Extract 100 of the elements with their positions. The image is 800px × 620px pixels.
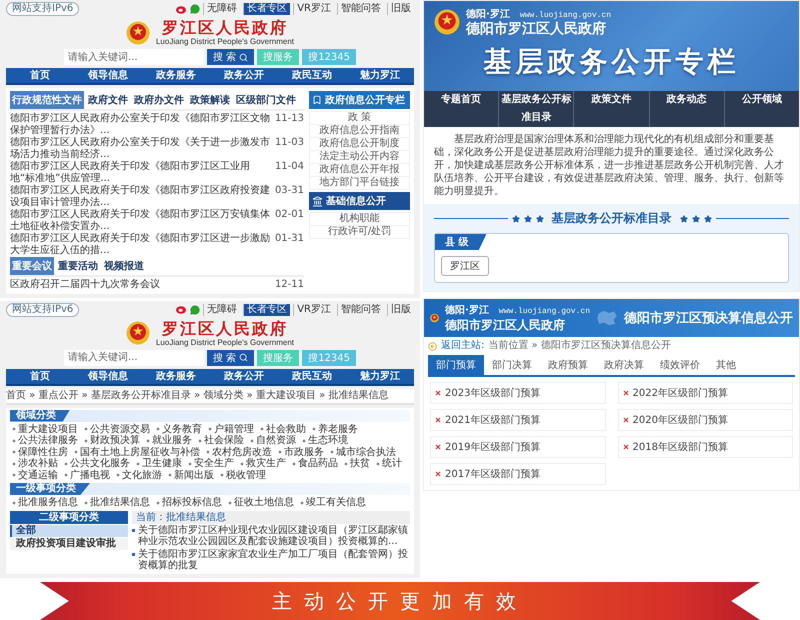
search-button[interactable]: 搜 索 bbox=[207, 350, 254, 366]
nav-item[interactable]: 政民互动 bbox=[278, 68, 346, 83]
meeting-link[interactable]: 区政府召开二届四十九次常务会议 bbox=[10, 279, 271, 290]
category-link[interactable]: 农村危房改造 bbox=[206, 446, 272, 458]
category-link[interactable]: 国有土地上房屋征收与补偿 bbox=[74, 446, 200, 458]
category-link[interactable]: 统计 bbox=[376, 458, 402, 470]
budget-link[interactable]: 2019年区级部门预算 bbox=[430, 436, 606, 458]
tab[interactable]: 视频报道 bbox=[102, 257, 146, 275]
chat-icon[interactable] bbox=[190, 4, 200, 14]
top-link[interactable]: 旧版 bbox=[387, 304, 414, 316]
info-link[interactable]: 行政许可/处罚 bbox=[310, 226, 409, 238]
result-link[interactable]: 关于德阳市罗江区家家宜农业生产加工厂项目（配套管网）投资概算的批复 bbox=[132, 548, 410, 572]
category-link[interactable]: 义务教育 bbox=[156, 424, 202, 435]
document-link[interactable]: 德阳市罗江区人民政府办公室关于印发《德阳市罗江区文物保护管理暂行办法》... bbox=[10, 113, 271, 136]
category-link[interactable]: 生态环境 bbox=[302, 435, 348, 446]
category-link[interactable]: 食品药品 bbox=[292, 458, 338, 470]
tab[interactable]: 重要会议 bbox=[10, 257, 54, 275]
budget-link[interactable]: 2022年区级部门预算 bbox=[618, 382, 793, 404]
category-link[interactable]: 保障性住房 bbox=[12, 446, 68, 458]
search-field[interactable]: 请输入关键词... bbox=[64, 49, 204, 65]
info-link[interactable]: 法定主动公开内容 bbox=[310, 151, 409, 163]
category-link[interactable]: 城市综合执法 bbox=[330, 446, 396, 458]
nav-item[interactable]: 政务公开 bbox=[210, 68, 278, 83]
info-link[interactable]: 政 策 bbox=[310, 112, 409, 124]
category-link[interactable]: 竣工有关信息 bbox=[300, 497, 366, 508]
info-link[interactable]: 政府信息公开制度 bbox=[310, 138, 409, 150]
nav-item[interactable]: 领导信息 bbox=[74, 368, 142, 384]
budget-link[interactable]: 2017年区级部门预算 bbox=[430, 463, 606, 485]
sidebar-item[interactable]: 全部 bbox=[10, 524, 128, 536]
tab[interactable]: 部门预算 bbox=[428, 355, 484, 375]
nav-item[interactable]: 首页 bbox=[6, 68, 74, 83]
category-link[interactable]: 就业服务 bbox=[146, 435, 192, 446]
category-link[interactable]: 扶贫 bbox=[344, 458, 370, 470]
category-link[interactable]: 重大建设项目 bbox=[12, 424, 78, 435]
top-link[interactable]: VR罗江 bbox=[293, 3, 334, 15]
search-button[interactable]: 搜 索 bbox=[207, 49, 254, 65]
category-link[interactable]: 救灾生产 bbox=[240, 458, 286, 470]
top-link[interactable]: 长者专区 bbox=[243, 304, 290, 316]
result-link[interactable]: 关于德阳市罗江区种业现代农业园区建设项目（罗江区鄢家镇种业示范农业公园园区及配套设施建设项目）投资概算的... bbox=[132, 524, 410, 548]
back-link[interactable]: 返回主站: bbox=[441, 340, 484, 352]
search-field[interactable]: 请输入关键词... bbox=[64, 350, 204, 366]
budget-link[interactable]: 2020年区级部门预算 bbox=[618, 409, 793, 431]
category-link[interactable]: 新闻出版 bbox=[168, 470, 214, 481]
category-link[interactable]: 公共法律服务 bbox=[12, 435, 78, 446]
ipv6-badge[interactable]: 网站支持IPv6 bbox=[6, 2, 80, 16]
tab[interactable]: 政策解读 bbox=[188, 91, 232, 109]
nav-item[interactable]: 专题首页 bbox=[424, 91, 498, 127]
nav-item[interactable]: 魅力罗江 bbox=[346, 368, 414, 384]
nav-item[interactable]: 首页 bbox=[6, 368, 74, 384]
top-link[interactable]: VR罗江 bbox=[293, 304, 334, 316]
nav-item[interactable]: 政务服务 bbox=[142, 368, 210, 384]
category-link[interactable]: 文化旅游 bbox=[116, 470, 162, 481]
category-link[interactable]: 财政预决算 bbox=[84, 435, 140, 446]
tab[interactable]: 政府办文件 bbox=[132, 91, 186, 109]
social-logo-icon[interactable] bbox=[176, 305, 188, 314]
chat-icon[interactable] bbox=[190, 304, 200, 314]
info-link[interactable]: 政府信息公开指南 bbox=[310, 125, 409, 137]
tab[interactable]: 政府预算 bbox=[540, 355, 596, 375]
document-link[interactable]: 德阳市罗江区人民政府关于印发《德阳市罗江区进一步激励大学生应征入伍的措... bbox=[10, 233, 271, 256]
category-link[interactable]: 税收管理 bbox=[220, 470, 266, 481]
document-link[interactable]: 德阳市罗江区人民政府关于印发《德阳市罗江区工业用地“标准地”供应管理... bbox=[10, 161, 271, 184]
region-button[interactable]: 罗江区 bbox=[441, 256, 489, 276]
category-link[interactable]: 社会保险 bbox=[198, 435, 244, 446]
category-link[interactable]: 公共资源交易 bbox=[84, 424, 150, 435]
tab[interactable]: 行政规范性文件 bbox=[10, 91, 84, 109]
category-link[interactable]: 户籍管理 bbox=[208, 424, 254, 435]
tab[interactable]: 区级部门文件 bbox=[234, 91, 298, 109]
category-link[interactable]: 卫生健康 bbox=[136, 458, 182, 470]
category-link[interactable]: 养老服务 bbox=[312, 424, 358, 435]
category-link[interactable]: 交通运输 bbox=[12, 470, 58, 481]
nav-item[interactable]: 魅力罗江 bbox=[346, 68, 414, 83]
top-link[interactable]: 智能问答 bbox=[337, 3, 384, 15]
document-link[interactable]: 德阳市罗江区人民政府办公室关于印发《关于进一步激发市场活力推动当前经济... bbox=[10, 137, 271, 160]
tab[interactable]: 政府决算 bbox=[596, 355, 652, 375]
category-link[interactable]: 社会救助 bbox=[260, 424, 306, 435]
tab[interactable]: 绩效评价 bbox=[652, 355, 708, 375]
tab[interactable]: 其他 bbox=[708, 355, 744, 375]
category-link[interactable]: 招标投标信息 bbox=[156, 497, 222, 508]
tab[interactable]: 部门决算 bbox=[484, 355, 540, 375]
ipv6-badge[interactable]: 网站支持IPv6 bbox=[6, 302, 80, 316]
nav-item[interactable]: 政民互动 bbox=[278, 368, 346, 384]
document-link[interactable]: 德阳市罗江区人民政府关于印发《德阳市罗江区政府投资建设项目审计管理办法... bbox=[10, 185, 271, 208]
category-link[interactable]: 安全生产 bbox=[188, 458, 234, 470]
tab[interactable]: 重要活动 bbox=[56, 257, 100, 275]
category-link[interactable]: 涉农补贴 bbox=[12, 458, 58, 470]
category-link[interactable]: 广播电视 bbox=[64, 470, 110, 481]
top-link[interactable]: 智能问答 bbox=[337, 304, 384, 316]
nav-item[interactable]: 领导信息 bbox=[74, 68, 142, 83]
info-link[interactable]: 机构职能 bbox=[310, 213, 409, 225]
top-link[interactable]: 无障碍 bbox=[203, 304, 240, 316]
top-link[interactable]: 无障碍 bbox=[203, 3, 240, 15]
budget-link[interactable]: 2023年区级部门预算 bbox=[430, 382, 606, 404]
info-link[interactable]: 政府信息公开年报 bbox=[310, 164, 409, 176]
social-logo-icon[interactable] bbox=[176, 4, 188, 14]
top-link[interactable]: 旧版 bbox=[387, 3, 414, 15]
category-link[interactable]: 征收土地信息 bbox=[228, 497, 294, 508]
budget-link[interactable]: 2018年区级部门预算 bbox=[618, 436, 793, 458]
info-link[interactable]: 地方部门平台链接 bbox=[310, 177, 409, 189]
document-link[interactable]: 德阳市罗江区人民政府关于印发《德阳市罗江区万安镇集体土地征收补偿安置办... bbox=[10, 209, 271, 232]
top-link[interactable]: 长者专区 bbox=[243, 3, 290, 15]
